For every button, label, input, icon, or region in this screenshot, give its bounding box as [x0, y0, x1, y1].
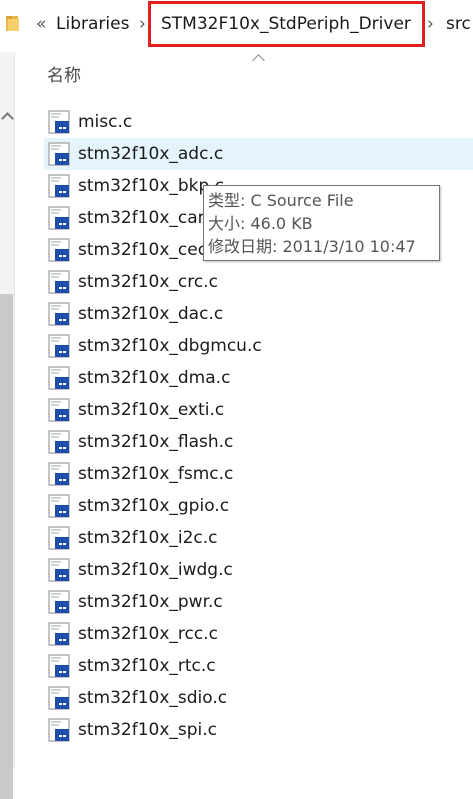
file-row[interactable]: stm32f10x_dma.c [44, 362, 473, 394]
highlight-box [148, 1, 425, 47]
file-name: stm32f10x_pwr.c [78, 592, 223, 612]
file-name: stm32f10x_exti.c [78, 400, 225, 420]
c-source-file-icon [48, 142, 70, 166]
file-name: misc.c [78, 112, 133, 132]
file-row[interactable]: stm32f10x_rcc.c [44, 618, 473, 650]
file-name: stm32f10x_dbgmcu.c [78, 336, 262, 356]
breadcrumb-separator[interactable]: › [427, 14, 434, 34]
c-source-file-icon [48, 270, 70, 294]
file-row[interactable]: stm32f10x_adc.c [44, 138, 473, 170]
file-name: stm32f10x_gpio.c [78, 496, 230, 516]
file-name: stm32f10x_spi.c [78, 720, 218, 740]
file-name: stm32f10x_flash.c [78, 432, 234, 452]
file-row[interactable]: stm32f10x_pwr.c [44, 586, 473, 618]
tooltip-size: 大小: 46.0 KB [208, 214, 313, 233]
c-source-file-icon [48, 718, 70, 742]
c-source-file-icon [48, 110, 70, 134]
scroll-up-arrow-icon[interactable] [1, 112, 14, 125]
file-name: stm32f10x_i2c.c [78, 528, 218, 548]
file-name: stm32f10x_rcc.c [78, 624, 218, 644]
breadcrumb-separator[interactable]: › [139, 14, 146, 34]
breadcrumb-src[interactable]: src [446, 14, 471, 34]
c-source-file-icon [48, 590, 70, 614]
c-source-file-icon [48, 654, 70, 678]
file-row[interactable]: stm32f10x_rtc.c [44, 650, 473, 682]
file-tooltip: 类型: C Source File 大小: 46.0 KB 修改日期: 2011… [203, 185, 440, 261]
file-row[interactable]: stm32f10x_spi.c [44, 714, 473, 746]
file-row[interactable]: stm32f10x_gpio.c [44, 490, 473, 522]
file-row[interactable]: stm32f10x_dac.c [44, 298, 473, 330]
file-row[interactable]: stm32f10x_exti.c [44, 394, 473, 426]
file-row[interactable]: stm32f10x_sdio.c [44, 682, 473, 714]
tooltip-modified: 修改日期: 2011/3/10 10:47 [208, 237, 416, 256]
tooltip-type: 类型: C Source File [208, 191, 354, 210]
file-row[interactable]: stm32f10x_fsmc.c [44, 458, 473, 490]
c-source-file-icon [48, 398, 70, 422]
folder-icon [6, 16, 19, 31]
c-source-file-icon [48, 462, 70, 486]
breadcrumb-libraries[interactable]: Libraries [56, 14, 129, 34]
c-source-file-icon [48, 238, 70, 262]
file-name: stm32f10x_sdio.c [78, 688, 228, 708]
file-name: stm32f10x_iwdg.c [78, 560, 233, 580]
file-name: stm32f10x_can.c [78, 208, 224, 228]
breadcrumb-overflow-button[interactable]: « [36, 14, 46, 34]
c-source-file-icon [48, 622, 70, 646]
file-name: stm32f10x_cec.c [78, 240, 222, 260]
c-source-file-icon [48, 174, 70, 198]
file-row[interactable]: stm32f10x_iwdg.c [44, 554, 473, 586]
c-source-file-icon [48, 206, 70, 230]
file-row[interactable]: stm32f10x_i2c.c [44, 522, 473, 554]
sort-ascending-icon [252, 54, 265, 67]
column-header-name[interactable]: 名称 [47, 65, 81, 87]
scroll-thumb[interactable] [0, 294, 13, 799]
file-name: stm32f10x_rtc.c [78, 656, 216, 676]
c-source-file-icon [48, 430, 70, 454]
file-name: stm32f10x_dac.c [78, 304, 224, 324]
c-source-file-icon [48, 526, 70, 550]
c-source-file-icon [48, 686, 70, 710]
c-source-file-icon [48, 302, 70, 326]
file-row[interactable]: stm32f10x_flash.c [44, 426, 473, 458]
file-row[interactable]: stm32f10x_crc.c [44, 266, 473, 298]
file-name: stm32f10x_crc.c [78, 272, 218, 292]
file-row[interactable]: stm32f10x_dbgmcu.c [44, 330, 473, 362]
nav-pane-scrollbar[interactable] [0, 52, 15, 799]
c-source-file-icon [48, 494, 70, 518]
address-bar[interactable]: « Libraries › STM32F10x_StdPeriph_Driver… [0, 0, 473, 52]
c-source-file-icon [48, 366, 70, 390]
file-name: stm32f10x_dma.c [78, 368, 231, 388]
c-source-file-icon [48, 334, 70, 358]
file-name: stm32f10x_fsmc.c [78, 464, 234, 484]
file-row[interactable]: misc.c [44, 106, 473, 138]
c-source-file-icon [48, 558, 70, 582]
file-name: stm32f10x_adc.c [78, 144, 224, 164]
